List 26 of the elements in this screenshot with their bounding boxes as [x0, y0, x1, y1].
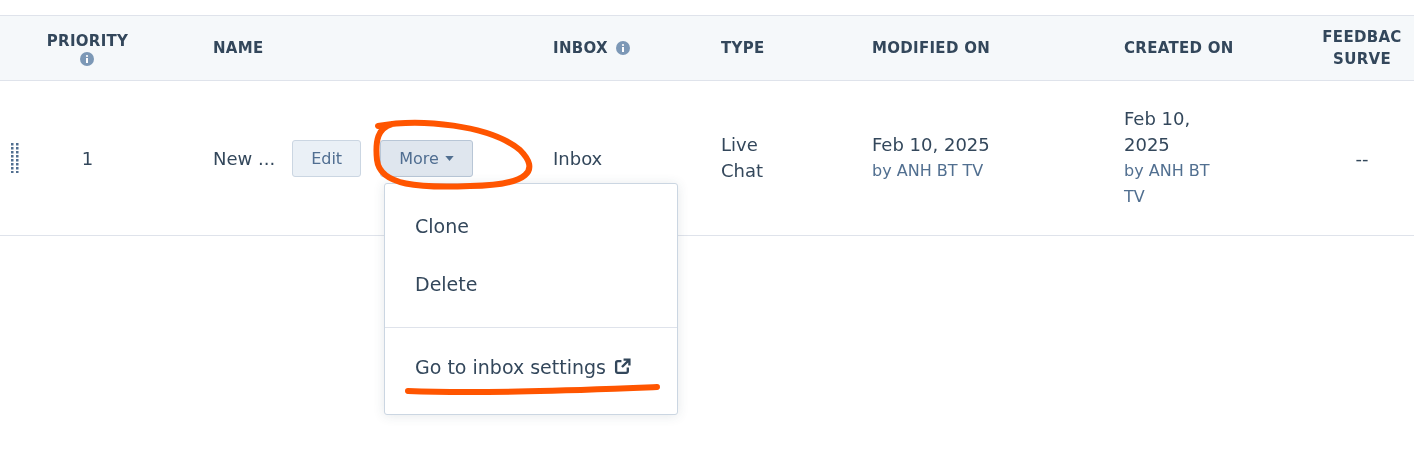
table-cell-text: Feb 10, 2025 [872, 133, 990, 157]
table-cell: -- [1355, 147, 1369, 169]
caret-icon [444, 155, 454, 161]
edit-button[interactable]: Edit [292, 139, 362, 177]
column-header: PRIORITY [46, 31, 129, 52]
column-header: TYPE [721, 38, 765, 59]
table-cell: Inbox [553, 147, 603, 169]
column-header: MODIFIED ON [872, 38, 991, 59]
author-text: by ANH BT TV [872, 160, 984, 182]
author-text: by ANH BT TV [1124, 160, 1211, 208]
drag-handle-icon[interactable] [11, 143, 19, 173]
column-header: NAME [213, 38, 264, 59]
menu-item[interactable]: Delete [385, 254, 508, 313]
menu-item[interactable]: Go to inbox settings [385, 337, 661, 396]
table-cell-text: Live Chat [721, 133, 765, 183]
column-header: INBOX [553, 38, 608, 59]
table-cell: 1 [81, 147, 94, 169]
column-header: CREATED ON [1124, 38, 1234, 59]
menu-item[interactable]: Clone [385, 196, 499, 255]
more-dropdown-button[interactable]: More [380, 139, 473, 177]
table-cell-text: Feb 10, 2025 [1124, 107, 1192, 157]
table-cell: New ... [213, 147, 276, 169]
info-icon[interactable] [80, 52, 95, 66]
external-link-icon [614, 358, 631, 375]
info-icon[interactable] [615, 41, 630, 55]
column-header: FEEDBAC SURVE [1322, 27, 1402, 70]
